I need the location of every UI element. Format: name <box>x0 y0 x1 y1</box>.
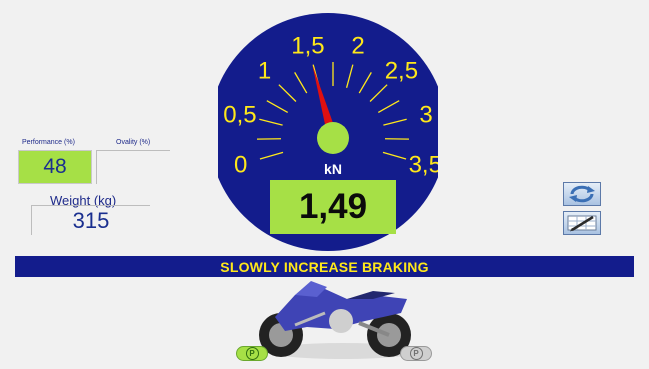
message-banner: SLOWLY INCREASE BRAKING <box>15 256 634 277</box>
performance-label: Performance (%) <box>22 139 75 146</box>
edit-table-icon <box>567 215 597 232</box>
edit-table-button[interactable] <box>563 211 601 235</box>
park-right-button[interactable]: P <box>400 346 432 361</box>
gauge-reading: 1,49 <box>270 180 396 234</box>
gauge-scale-label: 0,5 <box>223 101 256 128</box>
gauge-scale-label: 2,5 <box>385 58 418 85</box>
gauge-scale-label: 2 <box>351 32 364 59</box>
weight-value: 315 <box>31 205 150 235</box>
gauge-scale-label: 1 <box>258 58 271 85</box>
gauge-scale-label: 1,5 <box>291 32 324 59</box>
gauge-scale-label: 3 <box>419 101 432 128</box>
ovality-value <box>96 150 170 184</box>
gauge-hub <box>317 122 349 154</box>
performance-value: 48 <box>18 150 92 184</box>
gauge-scale-label: 0 <box>234 151 247 178</box>
refresh-button[interactable] <box>563 182 601 206</box>
gauge-unit: kN <box>324 161 342 177</box>
park-right-label: P <box>409 347 423 360</box>
park-left-label: P <box>245 347 259 360</box>
gauge-scale-label: 3,5 <box>409 151 438 178</box>
motorcycle-image <box>259 281 421 359</box>
ovality-label: Ovality (%) <box>116 139 151 146</box>
refresh-icon <box>569 185 595 203</box>
park-left-button[interactable]: P <box>236 346 268 361</box>
